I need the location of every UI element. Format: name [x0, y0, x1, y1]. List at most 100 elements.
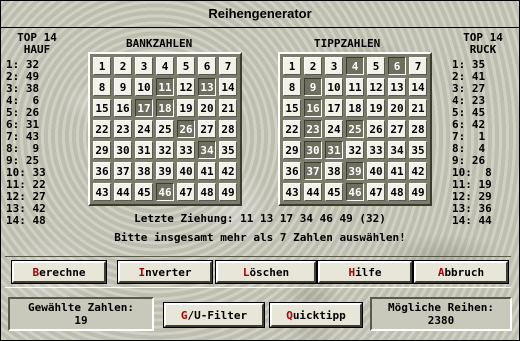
bankzahlen-number-cell[interactable]: 18 [156, 99, 174, 117]
bankzahlen-number-cell[interactable]: 22 [93, 120, 111, 138]
bankzahlen-number-cell[interactable]: 46 [156, 183, 174, 201]
tippzahlen-number-cell[interactable]: 10 [325, 78, 343, 96]
tippzahlen-number-cell[interactable]: 19 [367, 99, 385, 117]
tippzahlen-number-cell[interactable]: 30 [304, 141, 322, 159]
bankzahlen-number-cell[interactable]: 43 [93, 183, 111, 201]
bankzahlen-number-cell[interactable]: 25 [156, 120, 174, 138]
tippzahlen-number-cell[interactable]: 6 [388, 57, 406, 75]
tippzahlen-number-cell[interactable]: 16 [304, 99, 322, 117]
bankzahlen-number-cell[interactable]: 3 [135, 57, 153, 75]
loeschen-button[interactable]: Löschen [215, 260, 317, 284]
tippzahlen-number-cell[interactable]: 43 [283, 183, 301, 201]
tippzahlen-number-cell[interactable]: 5 [367, 57, 385, 75]
tippzahlen-number-cell[interactable]: 11 [346, 78, 364, 96]
tippzahlen-number-cell[interactable]: 2 [304, 57, 322, 75]
bankzahlen-number-cell[interactable]: 12 [177, 78, 195, 96]
bankzahlen-number-cell[interactable]: 44 [114, 183, 132, 201]
bankzahlen-number-cell[interactable]: 8 [93, 78, 111, 96]
tippzahlen-number-cell[interactable]: 44 [304, 183, 322, 201]
tippzahlen-number-cell[interactable]: 22 [283, 120, 301, 138]
tippzahlen-number-cell[interactable]: 17 [325, 99, 343, 117]
quicktipp-button[interactable]: Quicktipp [269, 302, 363, 328]
bankzahlen-number-cell[interactable]: 49 [219, 183, 237, 201]
tippzahlen-number-cell[interactable]: 41 [388, 162, 406, 180]
bankzahlen-number-cell[interactable]: 38 [135, 162, 153, 180]
bankzahlen-number-cell[interactable]: 1 [93, 57, 111, 75]
tippzahlen-number-cell[interactable]: 48 [388, 183, 406, 201]
tippzahlen-number-cell[interactable]: 40 [367, 162, 385, 180]
tippzahlen-number-cell[interactable]: 13 [388, 78, 406, 96]
berechne-button[interactable]: Berechne [11, 260, 107, 284]
tippzahlen-number-cell[interactable]: 31 [325, 141, 343, 159]
tippzahlen-number-cell[interactable]: 45 [325, 183, 343, 201]
tippzahlen-number-cell[interactable]: 15 [283, 99, 301, 117]
bankzahlen-number-cell[interactable]: 33 [177, 141, 195, 159]
tippzahlen-number-cell[interactable]: 33 [367, 141, 385, 159]
tippzahlen-number-cell[interactable]: 42 [409, 162, 427, 180]
tippzahlen-number-cell[interactable]: 28 [409, 120, 427, 138]
tippzahlen-number-cell[interactable]: 23 [304, 120, 322, 138]
bankzahlen-number-cell[interactable]: 41 [198, 162, 216, 180]
bankzahlen-number-cell[interactable]: 13 [198, 78, 216, 96]
bankzahlen-number-cell[interactable]: 10 [135, 78, 153, 96]
bankzahlen-number-cell[interactable]: 42 [219, 162, 237, 180]
bankzahlen-number-cell[interactable]: 9 [114, 78, 132, 96]
bankzahlen-number-cell[interactable]: 6 [198, 57, 216, 75]
bankzahlen-number-cell[interactable]: 31 [135, 141, 153, 159]
bankzahlen-number-cell[interactable]: 37 [114, 162, 132, 180]
bankzahlen-number-cell[interactable]: 4 [156, 57, 174, 75]
tippzahlen-number-cell[interactable]: 3 [325, 57, 343, 75]
tippzahlen-number-cell[interactable]: 35 [409, 141, 427, 159]
bankzahlen-number-cell[interactable]: 28 [219, 120, 237, 138]
bankzahlen-number-cell[interactable]: 27 [198, 120, 216, 138]
tippzahlen-number-cell[interactable]: 46 [346, 183, 364, 201]
bankzahlen-number-cell[interactable]: 17 [135, 99, 153, 117]
tippzahlen-number-cell[interactable]: 20 [388, 99, 406, 117]
bankzahlen-number-cell[interactable]: 2 [114, 57, 132, 75]
tippzahlen-number-cell[interactable]: 7 [409, 57, 427, 75]
bankzahlen-number-cell[interactable]: 45 [135, 183, 153, 201]
bankzahlen-number-cell[interactable]: 36 [93, 162, 111, 180]
bankzahlen-number-cell[interactable]: 15 [93, 99, 111, 117]
tippzahlen-number-cell[interactable]: 36 [283, 162, 301, 180]
bankzahlen-number-cell[interactable]: 29 [93, 141, 111, 159]
bankzahlen-number-cell[interactable]: 7 [219, 57, 237, 75]
bankzahlen-number-cell[interactable]: 26 [177, 120, 195, 138]
tippzahlen-number-cell[interactable]: 14 [409, 78, 427, 96]
bankzahlen-number-cell[interactable]: 40 [177, 162, 195, 180]
guv-filter-button[interactable]: G/U-Filter [163, 302, 265, 328]
tippzahlen-number-cell[interactable]: 38 [325, 162, 343, 180]
tippzahlen-number-cell[interactable]: 29 [283, 141, 301, 159]
bankzahlen-number-cell[interactable]: 30 [114, 141, 132, 159]
bankzahlen-number-cell[interactable]: 32 [156, 141, 174, 159]
tippzahlen-number-cell[interactable]: 24 [325, 120, 343, 138]
bankzahlen-number-cell[interactable]: 47 [177, 183, 195, 201]
abbruch-button[interactable]: Abbruch [413, 260, 509, 284]
tippzahlen-number-cell[interactable]: 37 [304, 162, 322, 180]
tippzahlen-number-cell[interactable]: 1 [283, 57, 301, 75]
bankzahlen-number-cell[interactable]: 24 [135, 120, 153, 138]
bankzahlen-number-cell[interactable]: 19 [177, 99, 195, 117]
bankzahlen-number-cell[interactable]: 23 [114, 120, 132, 138]
tippzahlen-number-cell[interactable]: 49 [409, 183, 427, 201]
tippzahlen-number-cell[interactable]: 34 [388, 141, 406, 159]
bankzahlen-number-cell[interactable]: 21 [219, 99, 237, 117]
tippzahlen-number-cell[interactable]: 12 [367, 78, 385, 96]
tippzahlen-number-cell[interactable]: 18 [346, 99, 364, 117]
tippzahlen-number-cell[interactable]: 39 [346, 162, 364, 180]
tippzahlen-number-cell[interactable]: 32 [346, 141, 364, 159]
bankzahlen-number-cell[interactable]: 16 [114, 99, 132, 117]
bankzahlen-number-cell[interactable]: 39 [156, 162, 174, 180]
tippzahlen-number-cell[interactable]: 47 [367, 183, 385, 201]
bankzahlen-number-cell[interactable]: 14 [219, 78, 237, 96]
bankzahlen-number-cell[interactable]: 48 [198, 183, 216, 201]
tippzahlen-number-cell[interactable]: 9 [304, 78, 322, 96]
inverter-button[interactable]: Inverter [117, 260, 213, 284]
tippzahlen-number-cell[interactable]: 26 [367, 120, 385, 138]
bankzahlen-number-cell[interactable]: 34 [198, 141, 216, 159]
tippzahlen-number-cell[interactable]: 8 [283, 78, 301, 96]
tippzahlen-number-cell[interactable]: 21 [409, 99, 427, 117]
bankzahlen-number-cell[interactable]: 11 [156, 78, 174, 96]
tippzahlen-number-cell[interactable]: 4 [346, 57, 364, 75]
bankzahlen-number-cell[interactable]: 35 [219, 141, 237, 159]
